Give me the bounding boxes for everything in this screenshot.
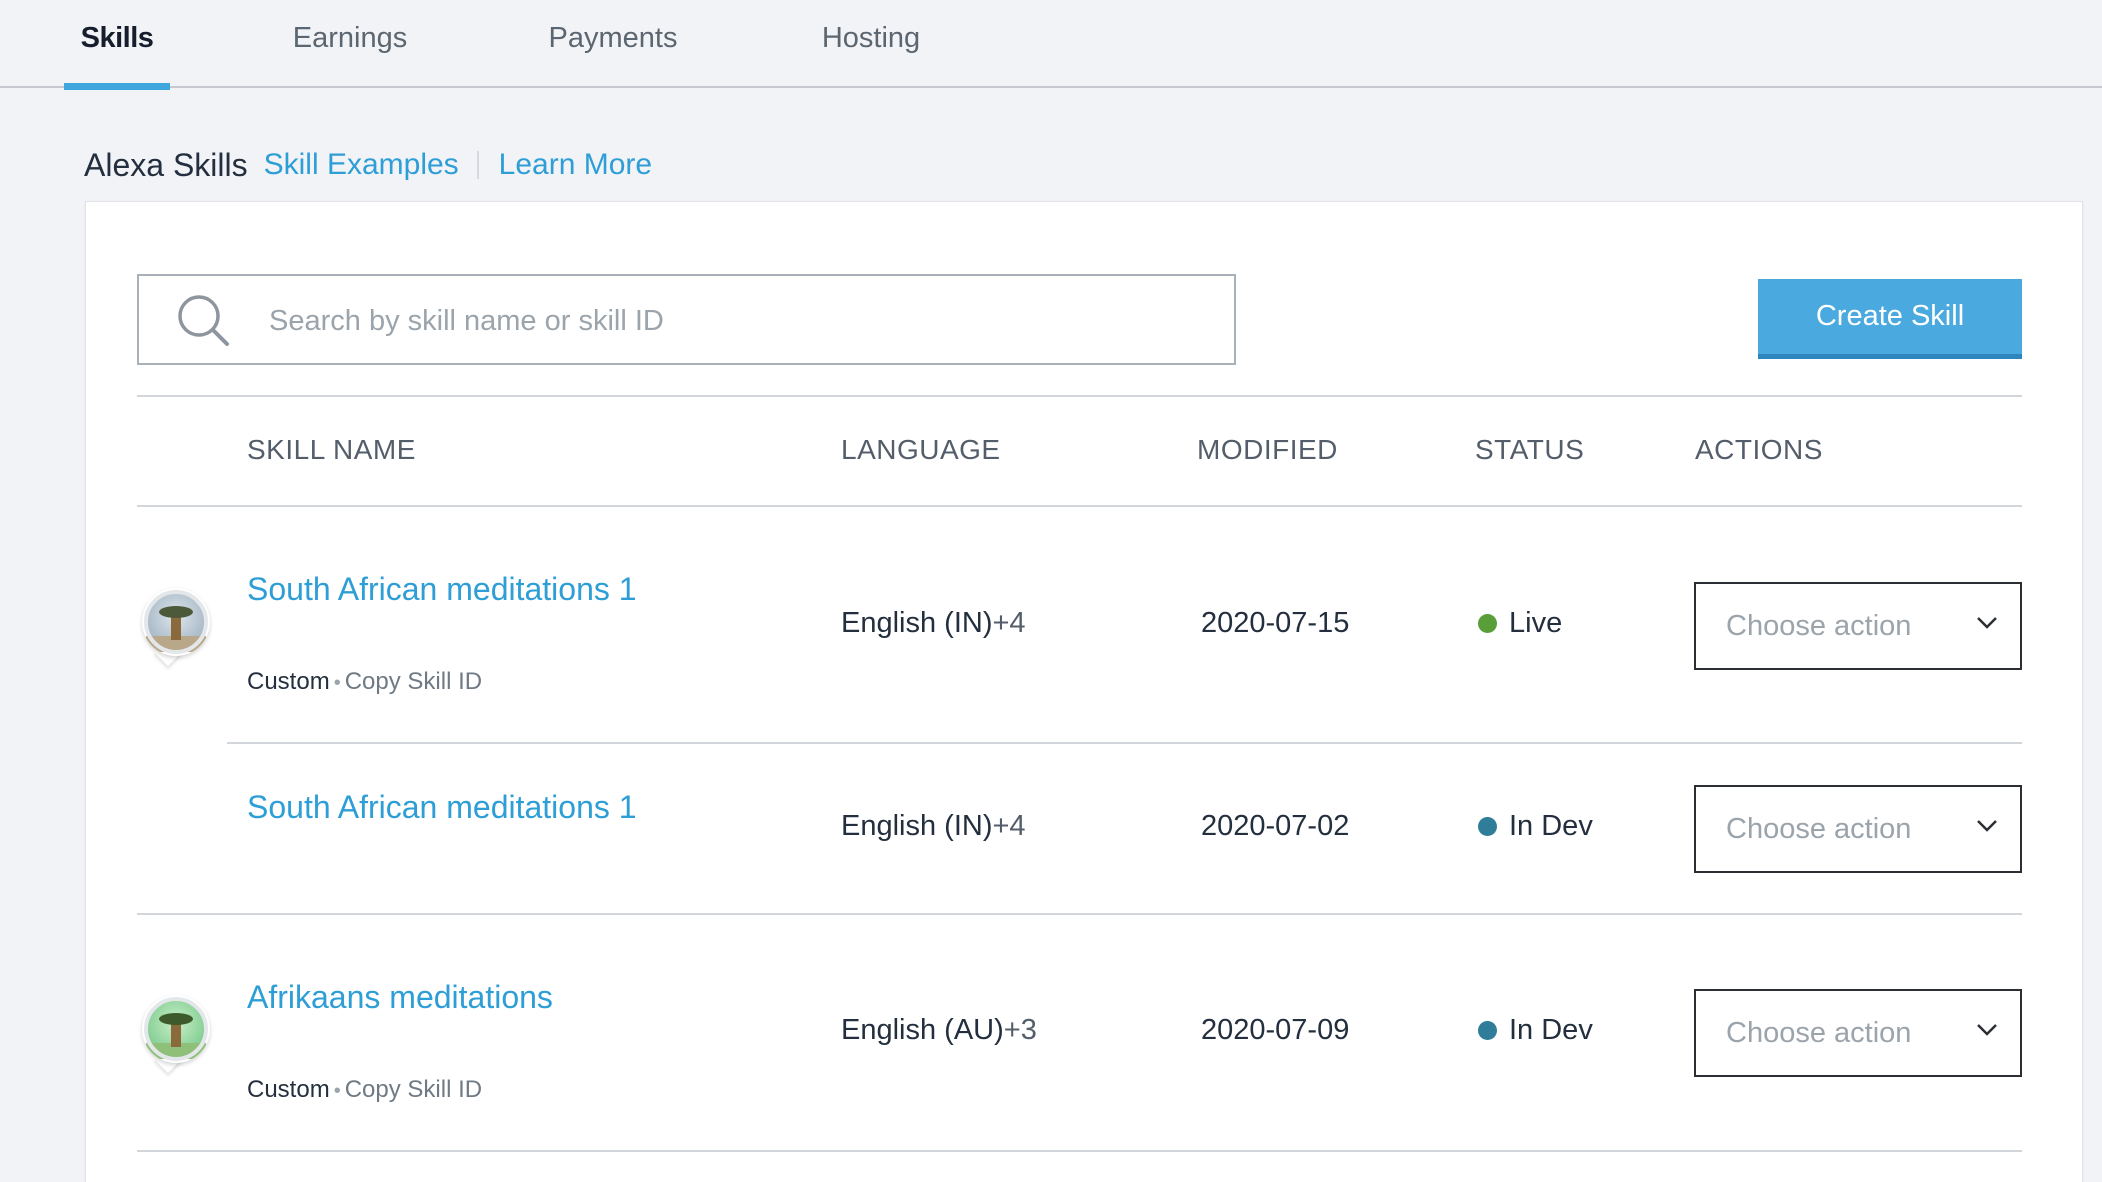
status-cell: In Dev bbox=[1478, 1014, 1593, 1047]
skill-avatar[interactable] bbox=[142, 995, 210, 1063]
column-header-modified: MODIFIED bbox=[1197, 434, 1338, 465]
skill-name-link[interactable]: South African meditations 1 bbox=[247, 789, 637, 826]
column-header-status: STATUS bbox=[1475, 434, 1585, 465]
copy-skill-id-link[interactable]: Copy Skill ID bbox=[345, 1076, 482, 1103]
divider bbox=[137, 395, 2022, 397]
language-more[interactable]: +4 bbox=[993, 810, 1026, 842]
divider bbox=[137, 1150, 2022, 1152]
chevron-down-icon bbox=[1977, 617, 1997, 629]
skill-examples-link[interactable]: Skill Examples bbox=[264, 148, 459, 182]
skill-name-link[interactable]: Afrikaans meditations bbox=[247, 979, 553, 1016]
search-box[interactable] bbox=[137, 274, 1236, 365]
meta-dot: • bbox=[333, 672, 341, 694]
status-label: In Dev bbox=[1509, 1014, 1593, 1046]
select-placeholder: Choose action bbox=[1726, 609, 1912, 642]
choose-action-select[interactable]: Choose action bbox=[1694, 785, 2022, 873]
language-cell: English (AU)+3 bbox=[841, 1014, 1037, 1047]
page-title-row: Alexa Skills Skill Examples Learn More bbox=[84, 142, 652, 188]
language-value: English (IN) bbox=[841, 810, 993, 842]
divider bbox=[137, 505, 2022, 507]
baobab-tree-icon bbox=[144, 590, 208, 654]
page: Skills Earnings Payments Hosting Alexa S… bbox=[0, 0, 2102, 1182]
language-value: English (IN) bbox=[841, 607, 993, 639]
tab-hosting[interactable]: Hosting bbox=[818, 22, 924, 88]
skill-avatar[interactable] bbox=[142, 588, 210, 656]
tab-bar: Skills Earnings Payments Hosting bbox=[0, 0, 2102, 90]
language-more[interactable]: +3 bbox=[1004, 1014, 1037, 1046]
skill-meta: Custom • Copy Skill ID bbox=[247, 1076, 482, 1104]
modified-cell: 2020-07-02 bbox=[1201, 810, 1350, 842]
status-label: Live bbox=[1509, 607, 1563, 639]
chevron-down-icon bbox=[1977, 1024, 1997, 1036]
chevron-down-icon bbox=[1977, 820, 1997, 832]
skill-type: Custom bbox=[247, 668, 330, 695]
divider bbox=[227, 742, 2022, 744]
select-placeholder: Choose action bbox=[1726, 812, 1912, 845]
status-dot bbox=[1478, 614, 1497, 633]
status-cell: Live bbox=[1478, 607, 1562, 640]
modified-cell: 2020-07-09 bbox=[1201, 1014, 1350, 1046]
skill-meta: Custom • Copy Skill ID bbox=[247, 668, 482, 696]
search-icon bbox=[178, 295, 229, 346]
status-dot bbox=[1478, 817, 1497, 836]
tab-skills[interactable]: Skills bbox=[64, 22, 170, 90]
tab-payments[interactable]: Payments bbox=[548, 22, 678, 88]
divider bbox=[137, 913, 2022, 915]
language-more[interactable]: +4 bbox=[993, 607, 1026, 639]
skill-type: Custom bbox=[247, 1076, 330, 1103]
status-cell: In Dev bbox=[1478, 810, 1593, 843]
column-header-actions: ACTIONS bbox=[1695, 434, 1823, 465]
page-title: Alexa Skills bbox=[84, 146, 248, 183]
skills-card: Create Skill SKILL NAME LANGUAGE MODIFIE… bbox=[85, 201, 2083, 1182]
baobab-tree-icon bbox=[144, 997, 208, 1061]
tab-earnings[interactable]: Earnings bbox=[290, 22, 410, 88]
language-value: English (AU) bbox=[841, 1014, 1004, 1046]
language-cell: English (IN)+4 bbox=[841, 810, 1026, 843]
status-label: In Dev bbox=[1509, 810, 1593, 842]
link-divider bbox=[476, 151, 479, 179]
create-skill-button[interactable]: Create Skill bbox=[1758, 279, 2022, 359]
status-dot bbox=[1478, 1021, 1497, 1040]
select-placeholder: Choose action bbox=[1726, 1016, 1912, 1049]
column-header-language: LANGUAGE bbox=[841, 434, 1001, 465]
skill-name-link[interactable]: South African meditations 1 bbox=[247, 571, 637, 608]
learn-more-link[interactable]: Learn More bbox=[499, 148, 652, 182]
column-header-skill-name: SKILL NAME bbox=[247, 434, 416, 465]
modified-cell: 2020-07-15 bbox=[1201, 607, 1350, 639]
search-input[interactable] bbox=[269, 296, 1209, 346]
language-cell: English (IN)+4 bbox=[841, 607, 1026, 640]
copy-skill-id-link[interactable]: Copy Skill ID bbox=[345, 668, 482, 695]
choose-action-select[interactable]: Choose action bbox=[1694, 989, 2022, 1077]
meta-dot: • bbox=[333, 1080, 341, 1102]
choose-action-select[interactable]: Choose action bbox=[1694, 582, 2022, 670]
